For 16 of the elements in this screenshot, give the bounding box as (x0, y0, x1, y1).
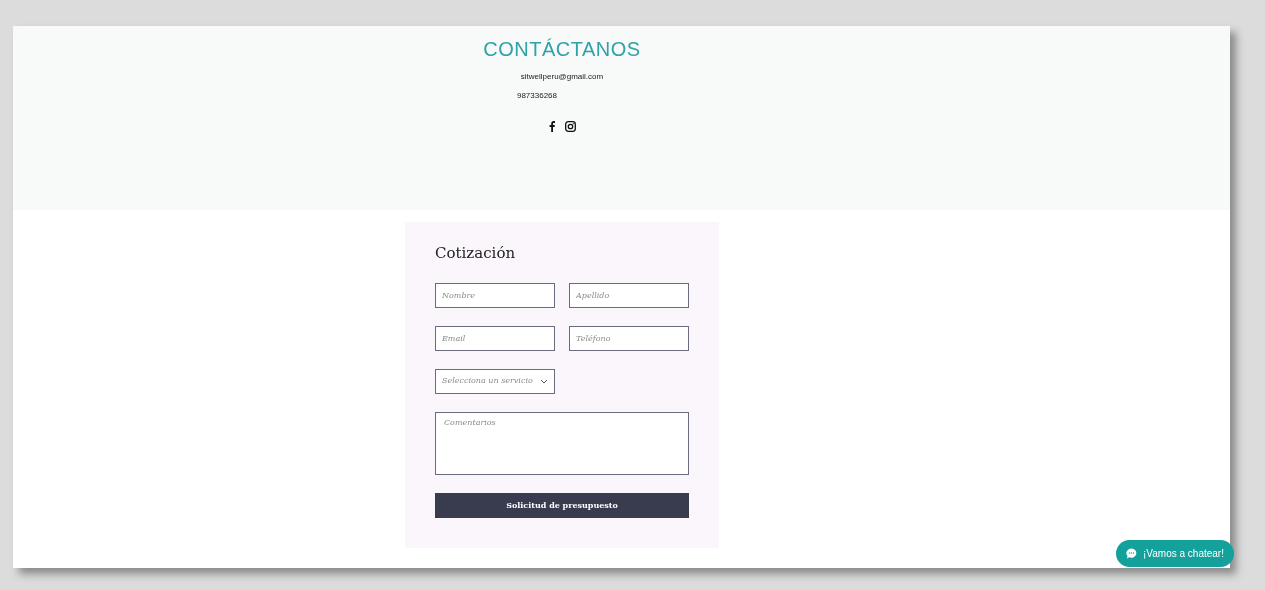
submit-button[interactable]: Solicitud de presupuesto (435, 492, 689, 518)
form-title: Cotización (435, 243, 517, 264)
service-dropdown[interactable]: Selecciona un servicio (435, 368, 555, 394)
contact-heading: CONTÁCTANOS (483, 37, 641, 62)
phone-text: 987336268 (516, 90, 557, 102)
comments-field[interactable]: Comentarios (435, 411, 689, 475)
chat-bubble-icon (1126, 548, 1137, 559)
instagram-icon[interactable] (564, 121, 576, 132)
input-field[interactable]: Teléfono (569, 325, 689, 351)
chat-button[interactable]: ¡Vamos a chatear! (1116, 540, 1234, 567)
input-field[interactable]: Email (435, 325, 555, 351)
input-field[interactable]: Nombre (435, 282, 555, 308)
facebook-icon[interactable] (548, 121, 555, 132)
input-field[interactable]: Apellido (569, 282, 689, 308)
email-text: sitwellperu@gmail.com (520, 71, 604, 83)
chevron-down-icon (540, 378, 548, 384)
